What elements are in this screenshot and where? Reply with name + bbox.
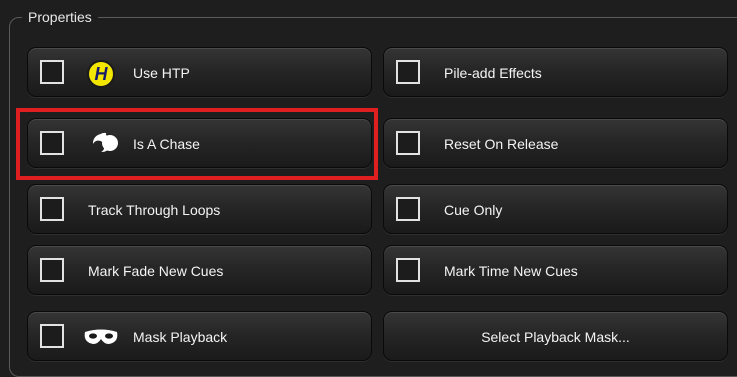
cue-only-checkbox[interactable] xyxy=(396,197,420,221)
track-through-loops-label: Track Through Loops xyxy=(88,202,221,218)
track-through-loops-checkbox[interactable] xyxy=(40,197,64,221)
mark-time-new-cues-label: Mark Time New Cues xyxy=(444,263,578,279)
reset-on-release-checkbox[interactable] xyxy=(396,131,420,155)
mark-time-new-cues-checkbox[interactable] xyxy=(396,258,420,282)
properties-group-title: Properties xyxy=(22,8,98,26)
chase-icon xyxy=(92,132,118,153)
is-a-chase-label: Is A Chase xyxy=(133,136,200,152)
svg-text:H: H xyxy=(95,64,109,84)
pile-add-effects-label: Pile-add Effects xyxy=(444,65,542,81)
mark-time-new-cues-button[interactable]: Mark Time New Cues xyxy=(383,245,728,295)
use-htp-button[interactable]: H Use HTP xyxy=(27,47,372,97)
reset-on-release-button[interactable]: Reset On Release xyxy=(383,118,728,168)
mask-playback-label: Mask Playback xyxy=(133,329,228,345)
mask-playback-button[interactable]: Mask Playback xyxy=(27,311,372,361)
is-a-chase-button[interactable]: Is A Chase xyxy=(27,118,372,168)
mask-icon xyxy=(84,329,118,344)
htp-icon: H xyxy=(87,60,115,88)
select-playback-mask-label: Select Playback Mask... xyxy=(481,329,630,345)
select-playback-mask-button[interactable]: Select Playback Mask... xyxy=(383,311,728,361)
use-htp-checkbox[interactable] xyxy=(40,60,64,84)
reset-on-release-label: Reset On Release xyxy=(444,136,559,152)
use-htp-label: Use HTP xyxy=(133,65,190,81)
cue-only-label: Cue Only xyxy=(444,202,503,218)
pile-add-effects-button[interactable]: Pile-add Effects xyxy=(383,47,728,97)
pile-add-effects-checkbox[interactable] xyxy=(396,60,420,84)
is-a-chase-checkbox[interactable] xyxy=(40,131,64,155)
track-through-loops-button[interactable]: Track Through Loops xyxy=(27,184,372,234)
cue-only-button[interactable]: Cue Only xyxy=(383,184,728,234)
mark-fade-new-cues-label: Mark Fade New Cues xyxy=(88,263,224,279)
mark-fade-new-cues-checkbox[interactable] xyxy=(40,258,64,282)
mask-playback-checkbox[interactable] xyxy=(40,324,64,348)
mark-fade-new-cues-button[interactable]: Mark Fade New Cues xyxy=(27,245,372,295)
